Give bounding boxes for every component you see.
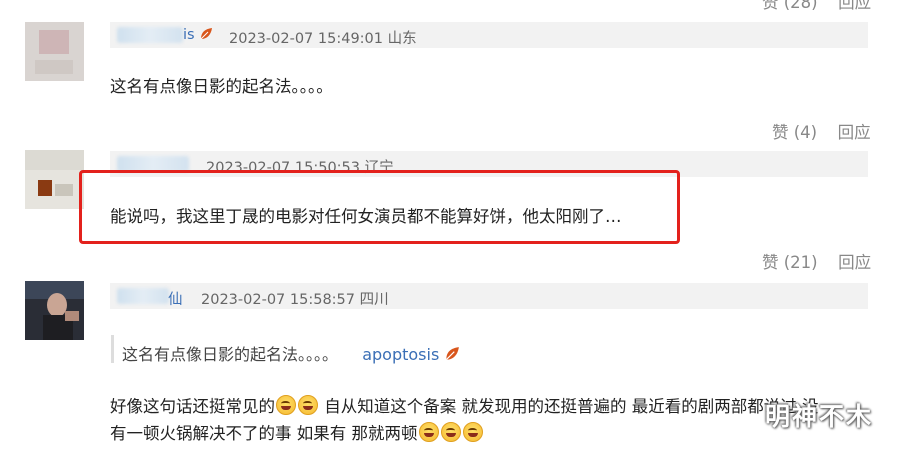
avatar[interactable] — [25, 150, 84, 209]
red-highlight-box — [79, 170, 680, 244]
leaf-badge-icon — [200, 28, 213, 40]
username-link[interactable]: 仙 — [168, 292, 183, 308]
leaf-badge-icon — [446, 347, 460, 361]
like-button[interactable]: 赞 (28) — [762, 0, 818, 12]
comment-meta-bar: is 2023-02-07 15:49:01 山东 — [110, 22, 868, 48]
comment-time: 2023-02-07 15:49:01 — [229, 31, 383, 47]
quoted-username-link[interactable]: apoptosis — [362, 345, 439, 364]
avatar-image — [25, 22, 84, 81]
blurred-username — [117, 27, 183, 43]
avatar[interactable] — [25, 22, 84, 81]
laughing-emoji-icon — [298, 395, 318, 415]
quoted-text: 这名有点像日影的起名法。。。。 — [122, 345, 339, 364]
comment-location: 山东 — [387, 31, 417, 47]
reply-button[interactable]: 回应 — [838, 0, 871, 12]
quote-divider — [111, 335, 114, 363]
comment-text: 这名有点像日影的起名法。。。。 — [110, 77, 333, 96]
quoted-comment: 这名有点像日影的起名法。。。。 apoptosis — [122, 341, 460, 365]
comment-actions: 赞 (4) 回应 — [772, 119, 871, 143]
laughing-emoji-icon — [276, 395, 296, 415]
reply-button[interactable]: 回应 — [838, 253, 871, 272]
top-comment-actions: 赞 (28) 回应 — [762, 0, 871, 13]
laughing-emoji-icon — [462, 422, 483, 442]
laughing-emoji-icon — [418, 422, 439, 442]
comment-time: 2023-02-07 15:58:57 — [201, 292, 355, 308]
like-button[interactable]: 赞 (4) — [772, 123, 817, 142]
watermark: 明神不木 — [765, 402, 874, 431]
avatar-image — [25, 150, 84, 209]
blurred-username — [117, 288, 169, 304]
comment-actions: 赞 (21) 回应 — [762, 249, 871, 273]
comment-location: 四川 — [359, 292, 389, 308]
like-button[interactable]: 赞 (21) — [762, 253, 818, 272]
avatar-image — [25, 281, 84, 340]
comment-meta-bar: 仙 2023-02-07 15:58:57 四川 — [110, 283, 868, 309]
laughing-emoji-icon — [440, 422, 461, 442]
reply-button[interactable]: 回应 — [838, 123, 871, 142]
comment-text-line-1: 好像这句话还挺常见的 自从知道这个备案 就发现用的还挺普遍的 最近看的剧两部都说… — [110, 395, 819, 416]
username-link[interactable]: is — [183, 27, 195, 43]
avatar[interactable] — [25, 281, 84, 340]
comment-text-line-2: 有一顿火锅解决不了的事 如果有 那就两顿 — [110, 420, 484, 444]
